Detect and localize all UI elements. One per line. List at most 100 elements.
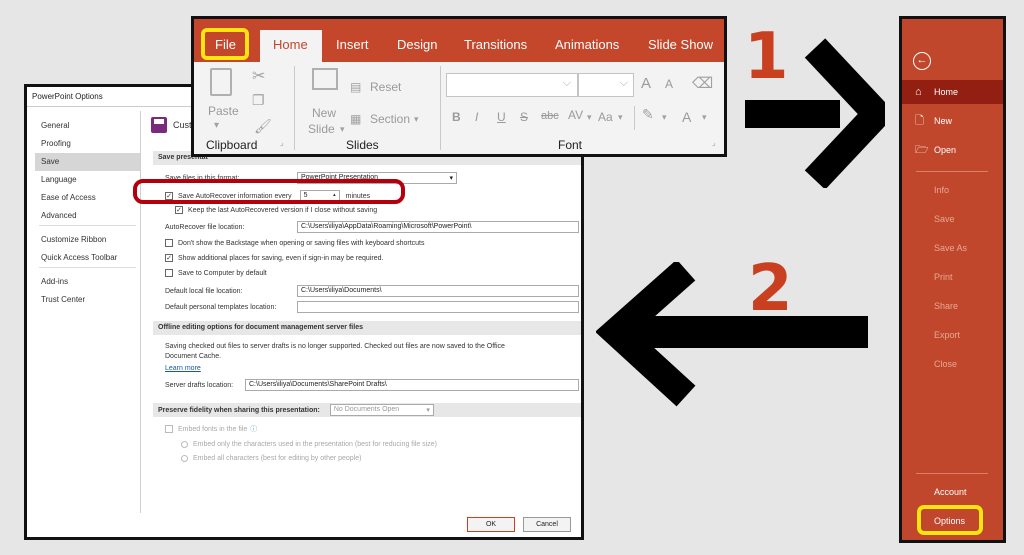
section-preserve-fidelity-title: Preserve fidelity when sharing this pres…	[158, 406, 320, 414]
dialog-launcher-icon[interactable]: ⌟	[280, 138, 284, 147]
font-color-button[interactable]: A	[682, 109, 691, 125]
backstage-new-label: New	[934, 116, 953, 126]
embed-all-row: Embed all characters (best for editing b…	[181, 455, 361, 462]
embed-all-radio[interactable]	[181, 455, 188, 462]
backstage-print[interactable]: Print	[902, 265, 1003, 289]
bold-button[interactable]: B	[452, 110, 461, 124]
font-size-select[interactable]: ⌵	[578, 73, 634, 97]
backstage-new[interactable]: 🗋 New	[902, 109, 1003, 133]
chevron-down-icon: ⌵	[619, 77, 628, 89]
ok-button[interactable]: OK	[467, 517, 515, 532]
nav-proofing[interactable]: Proofing	[35, 135, 140, 153]
additional-places-row: ✓ Show additional places for saving, eve…	[165, 254, 383, 262]
nav-trust-center[interactable]: Trust Center	[35, 291, 140, 309]
dialog-launcher-icon[interactable]: ⌟	[712, 138, 716, 147]
cut-icon[interactable]: ✂	[252, 66, 265, 86]
ribbon: File Home Insert Design Transitions Anim…	[191, 16, 727, 157]
folder-icon: 🗁	[915, 143, 929, 156]
tab-insert[interactable]: Insert	[336, 37, 369, 52]
shadow-s-button[interactable]: S	[520, 110, 528, 124]
section-icon[interactable]: ▦	[350, 112, 361, 126]
backstage-export[interactable]: Export	[902, 323, 1003, 347]
backstage-open[interactable]: 🗁 Open	[902, 138, 1003, 162]
backstage-home[interactable]: ⌂ Home	[902, 80, 1003, 104]
default-local-input[interactable]: C:\Users\iliya\Documents\	[297, 285, 579, 297]
clipboard-group-label: Clipboard	[206, 138, 258, 152]
new-slide-icon[interactable]	[312, 68, 338, 90]
tab-animations[interactable]: Animations	[555, 37, 619, 52]
embed-fonts-checkbox[interactable]	[165, 425, 173, 433]
underline-button[interactable]: U	[497, 110, 506, 124]
tab-slide-show[interactable]: Slide Show	[648, 37, 713, 52]
embed-used-radio[interactable]	[181, 441, 188, 448]
change-case-button[interactable]: Aa	[598, 110, 613, 124]
character-spacing-button[interactable]: AV	[568, 108, 583, 122]
font-name-select[interactable]: ⌵	[446, 73, 578, 97]
server-drafts-row: Server drafts location: C:\Users\iliya\D…	[165, 379, 579, 391]
nav-save[interactable]: Save	[35, 153, 140, 171]
reset-icon[interactable]: ▤	[350, 80, 361, 94]
tab-home[interactable]: Home	[273, 37, 308, 52]
nav-customize-ribbon[interactable]: Customize Ribbon	[35, 231, 140, 249]
chevron-down-icon[interactable]: ▾	[662, 112, 667, 123]
save-computer-row: Save to Computer by default	[165, 269, 267, 277]
learn-more-link[interactable]: Learn more	[165, 365, 201, 372]
grow-font-button[interactable]: A	[641, 75, 651, 92]
highlight-icon[interactable]: ✎	[642, 106, 654, 123]
backstage-divider	[916, 473, 988, 474]
additional-places-checkbox[interactable]: ✓	[165, 254, 173, 262]
backstage-account[interactable]: Account	[902, 480, 1003, 504]
chevron-down-icon[interactable]: ▾	[214, 120, 219, 131]
copy-icon[interactable]: ❐	[252, 92, 265, 109]
keep-last-row: ✓ Keep the last AutoRecovered version if…	[175, 206, 377, 214]
shrink-font-button[interactable]: A	[665, 77, 673, 91]
backstage-info[interactable]: Info	[902, 178, 1003, 202]
chevron-down-icon[interactable]: ▾	[702, 112, 707, 123]
nav-quick-access-toolbar[interactable]: Quick Access Toolbar	[35, 249, 140, 267]
backstage-save[interactable]: Save	[902, 207, 1003, 231]
fidelity-document-value: No Documents Open	[333, 406, 400, 413]
paste-icon[interactable]	[210, 68, 232, 96]
backstage-close[interactable]: Close	[902, 352, 1003, 376]
strikethrough-button[interactable]: abc	[541, 110, 559, 122]
ribbon-tab-bar: File Home Insert Design Transitions Anim…	[194, 19, 724, 62]
chevron-down-icon[interactable]: ▾	[414, 114, 419, 125]
italic-button[interactable]: I	[475, 110, 478, 124]
fidelity-document-select[interactable]: No Documents Open ▾	[329, 404, 434, 416]
nav-ease-of-access[interactable]: Ease of Access	[35, 189, 140, 207]
keep-last-checkbox[interactable]: ✓	[175, 206, 183, 214]
clear-formatting-icon[interactable]: ⌫	[692, 74, 713, 92]
chevron-down-icon[interactable]: ▾	[587, 112, 592, 123]
tab-design[interactable]: Design	[397, 37, 437, 52]
options-main: Custo Save presentat Save files in this …	[145, 111, 581, 513]
chevron-down-icon[interactable]: ▾	[618, 112, 623, 123]
backstage-checkbox[interactable]	[165, 239, 173, 247]
section-offline-editing: Offline editing options for document man…	[153, 321, 581, 335]
server-drafts-input[interactable]: C:\Users\iliya\Documents\SharePoint Draf…	[245, 379, 579, 391]
new-document-icon: 🗋	[915, 114, 924, 127]
default-templates-input[interactable]	[297, 301, 579, 313]
paste-label[interactable]: Paste	[208, 104, 239, 118]
group-separator	[440, 66, 441, 150]
back-arrow-icon[interactable]: ←	[913, 52, 931, 70]
ribbon-body: Paste ▾ ✂ ❐ 🖌 Clipboard ⌟ New Slide ▾ ▤ …	[194, 62, 724, 154]
backstage-save-as[interactable]: Save As	[902, 236, 1003, 260]
save-computer-checkbox[interactable]	[165, 269, 173, 277]
reset-label[interactable]: Reset	[370, 80, 401, 94]
nav-language[interactable]: Language	[35, 171, 140, 189]
nav-add-ins[interactable]: Add-ins	[35, 273, 140, 291]
new-slide-label-2[interactable]: Slide	[308, 122, 335, 136]
autorecover-location-input[interactable]: C:\Users\iliya\AppData\Roaming\Microsoft…	[297, 221, 579, 233]
cancel-button[interactable]: Cancel	[523, 517, 571, 532]
tab-transitions[interactable]: Transitions	[464, 37, 527, 52]
default-local-row: Default local file location: C:\Users\il…	[165, 285, 579, 297]
offline-text-1: Saving checked out files to server draft…	[165, 343, 505, 350]
nav-general[interactable]: General	[35, 117, 140, 135]
format-painter-icon[interactable]: 🖌	[254, 118, 272, 135]
backstage-panel: ← ⌂ Home 🗋 New 🗁 Open Info Save Save As …	[899, 16, 1006, 543]
backstage-share[interactable]: Share	[902, 294, 1003, 318]
new-slide-label-1[interactable]: New	[312, 106, 336, 120]
section-label[interactable]: Section	[370, 112, 410, 126]
nav-advanced[interactable]: Advanced	[35, 207, 140, 225]
chevron-down-icon[interactable]: ▾	[340, 124, 345, 135]
